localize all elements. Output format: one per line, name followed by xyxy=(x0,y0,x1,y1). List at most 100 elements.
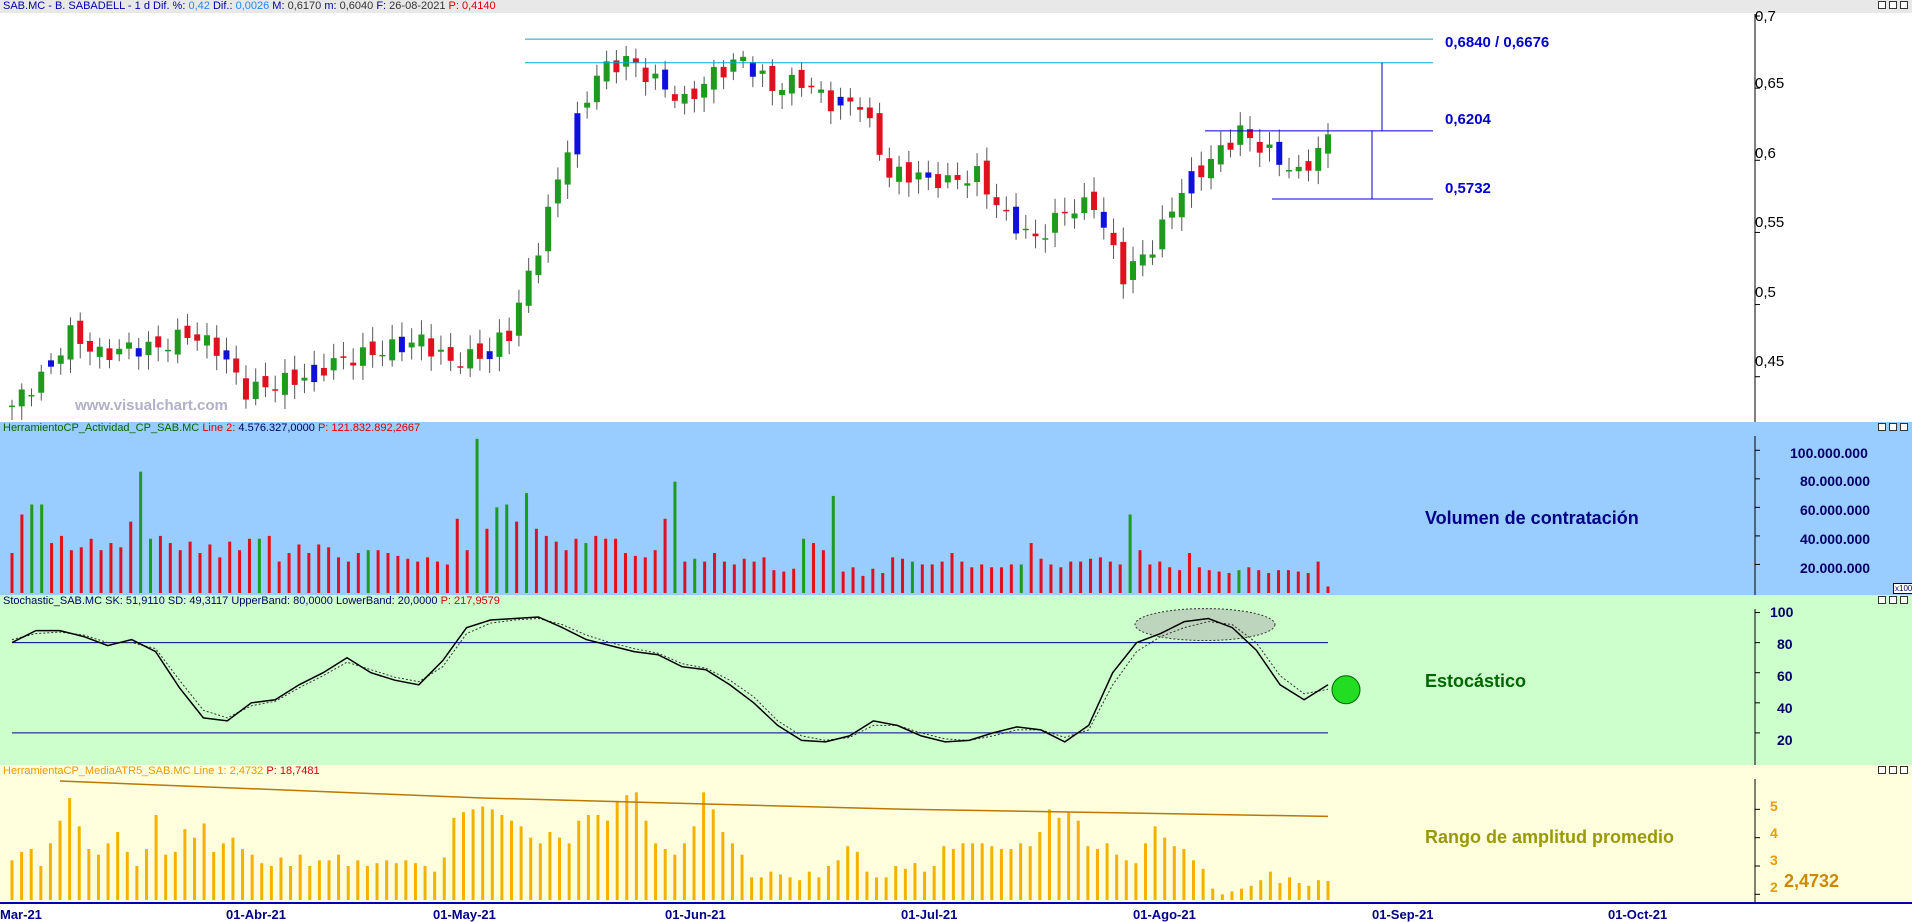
volume-bar xyxy=(673,481,677,593)
volume-bar xyxy=(772,570,776,593)
atr-bar xyxy=(759,877,763,900)
candle-body xyxy=(47,360,54,367)
candle-body xyxy=(398,336,405,353)
volume-bar xyxy=(396,555,400,593)
atr-bar xyxy=(231,837,235,900)
volume-bar xyxy=(376,550,380,593)
candle-body xyxy=(798,69,805,88)
candle-body xyxy=(808,85,815,88)
candle-body xyxy=(291,369,298,385)
volume-bar xyxy=(1148,564,1152,593)
atr-bar xyxy=(500,815,504,900)
atr-bar xyxy=(375,863,379,900)
price-ytick: 0,65 xyxy=(1755,75,1785,92)
atr-bar xyxy=(125,851,129,900)
atr-bar xyxy=(1028,846,1032,900)
price-chart xyxy=(9,14,1760,422)
volume-bar xyxy=(1118,564,1122,593)
atr-bar xyxy=(548,832,552,900)
atr-bar xyxy=(173,851,177,900)
atr-bar xyxy=(721,832,725,900)
volume-bar xyxy=(653,550,657,593)
candle-body xyxy=(106,348,113,360)
x-axis: Mar-21 01-Abr-21 01-May-21 01-Jun-21 01-… xyxy=(0,902,1912,922)
stochastic-title: Estocástico xyxy=(1425,671,1527,691)
atr-bar xyxy=(289,866,293,900)
atr-bar xyxy=(798,880,802,900)
atr-bar xyxy=(980,843,984,900)
candle-body xyxy=(467,349,474,369)
candle-body xyxy=(389,339,396,361)
atr-bar xyxy=(144,849,148,900)
atr-bar xyxy=(471,809,475,900)
atr-bar xyxy=(510,820,514,900)
atr-bar xyxy=(327,860,331,900)
volume-bar xyxy=(337,557,341,593)
atr-bar xyxy=(1259,880,1263,900)
atr-bar xyxy=(663,849,667,900)
atr-bar xyxy=(999,849,1003,900)
watermark: www.visualchart.com xyxy=(75,397,228,414)
candle-body xyxy=(272,389,279,391)
volume-bar xyxy=(623,553,627,593)
candle-body xyxy=(506,330,513,341)
candle-body xyxy=(1237,125,1244,145)
volume-bar xyxy=(752,561,756,593)
candle-body xyxy=(350,362,357,366)
atr-current-value: 2,4732 xyxy=(1784,871,1840,891)
atr-bar xyxy=(212,851,216,900)
price-panel: SAB.MC - B. SABADELL - 1 d Dif. %: 0,42 … xyxy=(0,0,1912,422)
atr-bar xyxy=(913,863,917,900)
volume-ytick: 60.000.000 xyxy=(1800,502,1871,518)
volume-bar xyxy=(633,555,637,593)
atr-bar xyxy=(1019,843,1023,900)
atr-bar xyxy=(519,826,523,900)
atr-bar xyxy=(481,806,485,900)
volume-bar xyxy=(950,553,954,593)
volume-bar xyxy=(683,561,687,593)
volume-bar xyxy=(1069,561,1073,593)
volume-bar xyxy=(69,550,73,593)
x-axis-label: 01-Ago-21 xyxy=(1133,907,1196,922)
volume-bar xyxy=(435,561,439,593)
candle-body xyxy=(184,325,191,339)
x-axis-label: 01-Abr-21 xyxy=(226,907,286,922)
volume-bar xyxy=(821,550,825,593)
candle-body xyxy=(1286,169,1293,172)
candle-body xyxy=(135,348,142,357)
atr-bar xyxy=(807,871,811,900)
atr-bar xyxy=(1047,809,1051,900)
candle-body xyxy=(818,89,825,93)
stoch-ytick: 40 xyxy=(1777,700,1793,716)
atr-bar xyxy=(1163,837,1167,900)
candle-body xyxy=(125,342,132,349)
stochastic-chart xyxy=(11,608,1760,765)
candle-body xyxy=(428,338,435,357)
atr-bar xyxy=(1326,881,1330,900)
volume-bar xyxy=(366,550,370,593)
atr-bar xyxy=(1268,871,1272,900)
candle-body xyxy=(896,166,903,182)
x-axis-label: 01-Sep-21 xyxy=(1372,907,1434,922)
atr-bar xyxy=(1230,891,1234,900)
candle-body xyxy=(974,166,981,183)
atr-bar xyxy=(836,860,840,900)
candle-body xyxy=(730,59,737,72)
volume-bar xyxy=(554,541,558,593)
atr-bar xyxy=(193,837,197,900)
volume-bar xyxy=(445,564,449,593)
volume-bar xyxy=(574,538,578,593)
atr-bar xyxy=(894,866,898,900)
atr-bar xyxy=(202,823,206,900)
atr-bar xyxy=(77,826,81,900)
candle-body xyxy=(38,371,45,393)
volume-bar xyxy=(228,541,232,593)
candle-body xyxy=(262,376,269,388)
atr-bar xyxy=(1086,846,1090,900)
candle-body xyxy=(1091,191,1098,210)
volume-bar xyxy=(1316,561,1320,593)
volume-bar xyxy=(594,535,598,593)
volume-bar xyxy=(10,553,14,593)
atr-bar xyxy=(1249,885,1253,900)
volume-bar xyxy=(406,558,410,593)
